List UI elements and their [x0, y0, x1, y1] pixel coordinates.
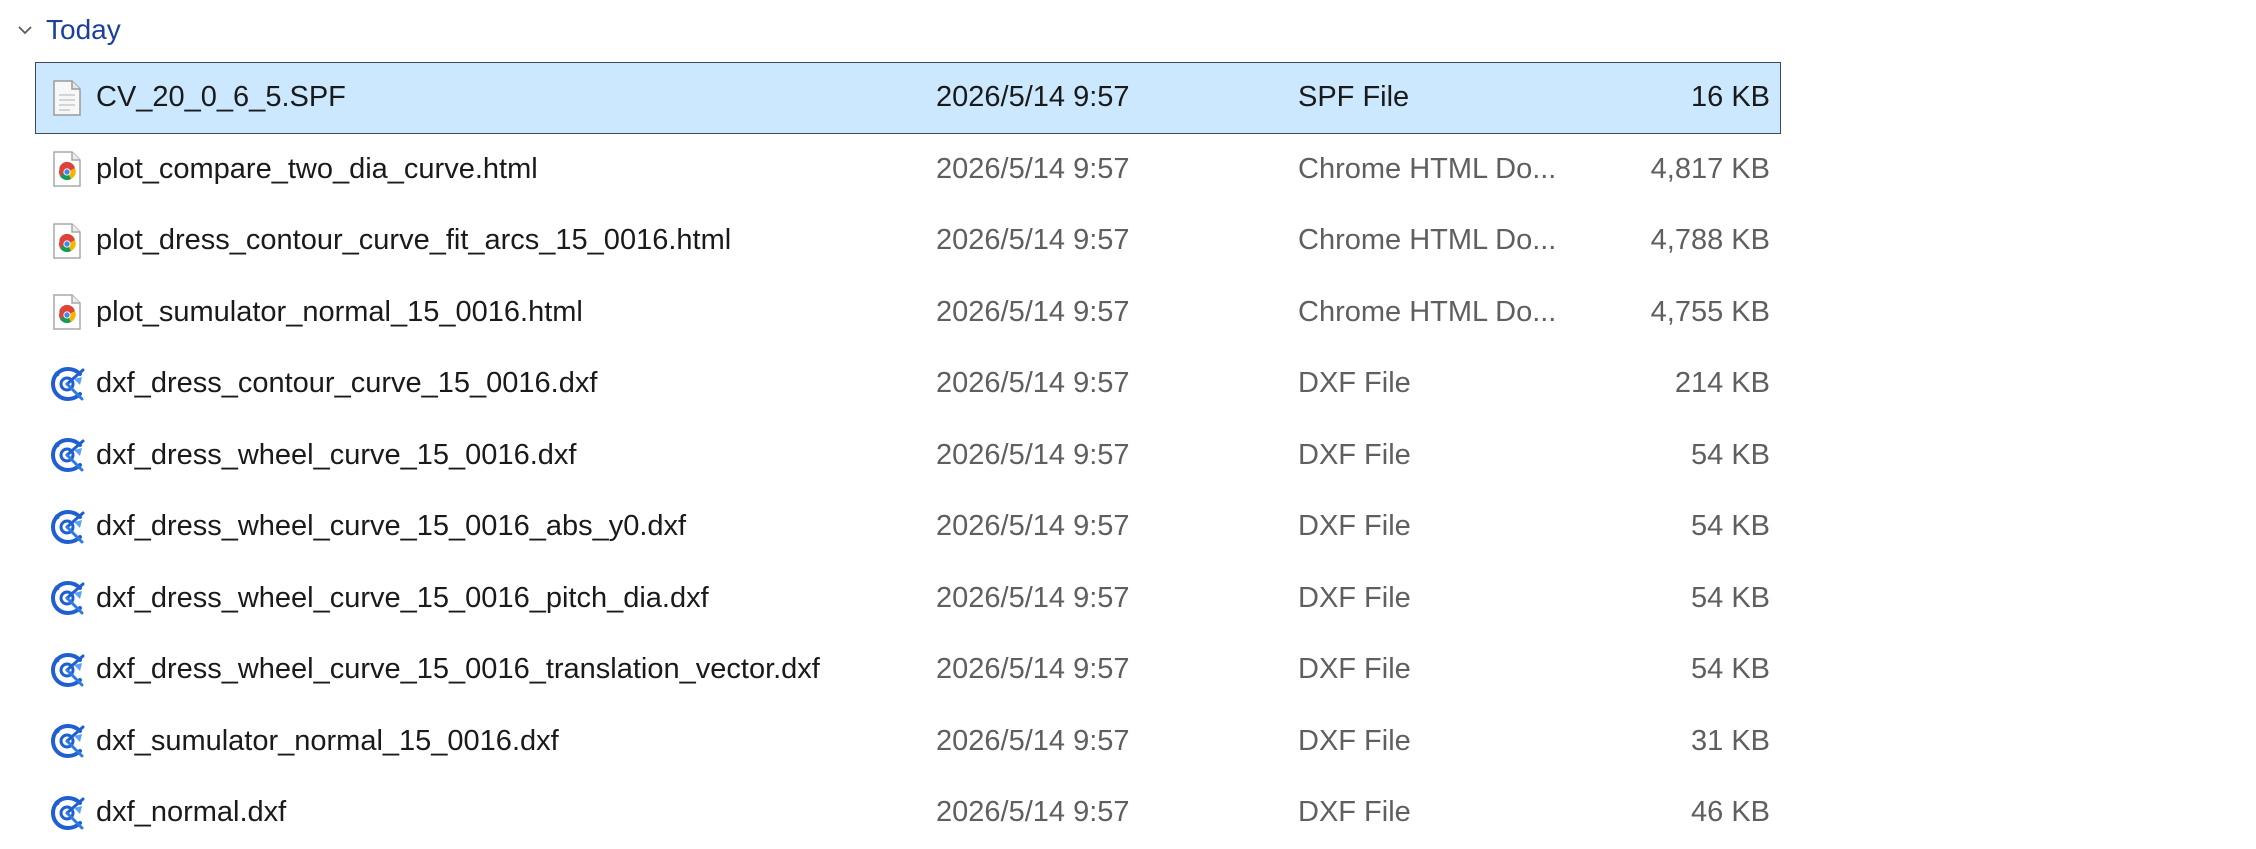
- file-type: DXF File: [1298, 724, 1411, 757]
- file-row-11[interactable]: dxf_normal.dxf 2026/5/14 9:57 DXF File 4…: [35, 777, 1781, 849]
- cad-app-icon: [48, 436, 86, 474]
- cad-app-icon: [48, 651, 86, 689]
- file-row-5[interactable]: dxf_dress_contour_curve_15_0016.dxf 2026…: [35, 348, 1781, 420]
- file-date-modified: 2026/5/14 9:57: [936, 367, 1130, 400]
- file-type: SPF File: [1298, 81, 1410, 114]
- chrome-icon: [48, 293, 86, 331]
- file-row-9[interactable]: dxf_dress_wheel_curve_15_0016_translatio…: [35, 634, 1781, 706]
- file-row-8[interactable]: dxf_dress_wheel_curve_15_0016_pitch_dia.…: [35, 563, 1781, 635]
- file-type: Chrome HTML Do...: [1298, 224, 1557, 257]
- file-date-modified: 2026/5/14 9:57: [936, 152, 1130, 185]
- file-row-3[interactable]: plot_dress_contour_curve_fit_arcs_15_001…: [35, 205, 1781, 277]
- file-date-modified: 2026/5/14 9:57: [936, 653, 1130, 686]
- file-type: DXF File: [1298, 581, 1411, 614]
- file-size: 31 KB: [1691, 724, 1770, 757]
- file-type: DXF File: [1298, 510, 1411, 543]
- file-row-2[interactable]: plot_compare_two_dia_curve.html 2026/5/1…: [35, 134, 1781, 206]
- file-size: 54 KB: [1691, 581, 1770, 614]
- file-row-10[interactable]: dxf_sumulator_normal_15_0016.dxf 2026/5/…: [35, 706, 1781, 778]
- file-row-6[interactable]: dxf_dress_wheel_curve_15_0016.dxf 2026/5…: [35, 420, 1781, 492]
- cad-app-icon: [48, 794, 86, 832]
- file-date-modified: 2026/5/14 9:57: [936, 438, 1130, 471]
- file-name: dxf_dress_wheel_curve_15_0016_translatio…: [96, 653, 820, 686]
- file-name: plot_sumulator_normal_15_0016.html: [96, 295, 583, 328]
- file-name: dxf_normal.dxf: [96, 796, 287, 829]
- file-name: plot_compare_two_dia_curve.html: [96, 152, 538, 185]
- file-name: dxf_sumulator_normal_15_0016.dxf: [96, 724, 559, 757]
- file-date-modified: 2026/5/14 9:57: [936, 510, 1130, 543]
- file-size: 54 KB: [1691, 653, 1770, 686]
- file-name: dxf_dress_wheel_curve_15_0016_pitch_dia.…: [96, 581, 709, 614]
- file-list: CV_20_0_6_5.SPF 2026/5/14 9:57 SPF File …: [35, 62, 1781, 849]
- file-row-7[interactable]: dxf_dress_wheel_curve_15_0016_abs_y0.dxf…: [35, 491, 1781, 563]
- file-name: dxf_dress_contour_curve_15_0016.dxf: [96, 367, 598, 400]
- file-type: DXF File: [1298, 438, 1411, 471]
- chevron-down-icon[interactable]: [14, 19, 36, 41]
- group-header-today[interactable]: Today: [14, 4, 121, 56]
- file-date-modified: 2026/5/14 9:57: [936, 81, 1130, 114]
- file-name: dxf_dress_wheel_curve_15_0016.dxf: [96, 438, 577, 471]
- cad-app-icon: [48, 365, 86, 403]
- file-date-modified: 2026/5/14 9:57: [936, 581, 1130, 614]
- file-type: DXF File: [1298, 653, 1411, 686]
- file-name: CV_20_0_6_5.SPF: [96, 81, 346, 114]
- file-size: 214 KB: [1674, 367, 1770, 400]
- file-name: plot_dress_contour_curve_fit_arcs_15_001…: [96, 224, 732, 257]
- file-type: DXF File: [1298, 367, 1411, 400]
- chrome-icon: [48, 222, 86, 260]
- file-size: 54 KB: [1691, 510, 1770, 543]
- file-type: DXF File: [1298, 796, 1411, 829]
- chrome-icon: [48, 150, 86, 188]
- file-size: 46 KB: [1691, 796, 1770, 829]
- file-name: dxf_dress_wheel_curve_15_0016_abs_y0.dxf: [96, 510, 687, 543]
- file-date-modified: 2026/5/14 9:57: [936, 224, 1130, 257]
- group-title: Today: [46, 14, 121, 45]
- file-type: Chrome HTML Do...: [1298, 152, 1557, 185]
- file-size: 4,817 KB: [1650, 152, 1770, 185]
- file-type: Chrome HTML Do...: [1298, 295, 1557, 328]
- file-size: 4,788 KB: [1650, 224, 1770, 257]
- file-size: 4,755 KB: [1650, 295, 1770, 328]
- cad-app-icon: [48, 722, 86, 760]
- file-date-modified: 2026/5/14 9:57: [936, 295, 1130, 328]
- file-row-4[interactable]: plot_sumulator_normal_15_0016.html 2026/…: [35, 277, 1781, 349]
- file-date-modified: 2026/5/14 9:57: [936, 724, 1130, 757]
- file-date-modified: 2026/5/14 9:57: [936, 796, 1130, 829]
- cad-app-icon: [48, 579, 86, 617]
- file-size: 54 KB: [1691, 438, 1770, 471]
- file-size: 16 KB: [1691, 81, 1770, 114]
- file-row-1[interactable]: CV_20_0_6_5.SPF 2026/5/14 9:57 SPF File …: [35, 62, 1781, 134]
- document-icon: [48, 79, 86, 117]
- cad-app-icon: [48, 508, 86, 546]
